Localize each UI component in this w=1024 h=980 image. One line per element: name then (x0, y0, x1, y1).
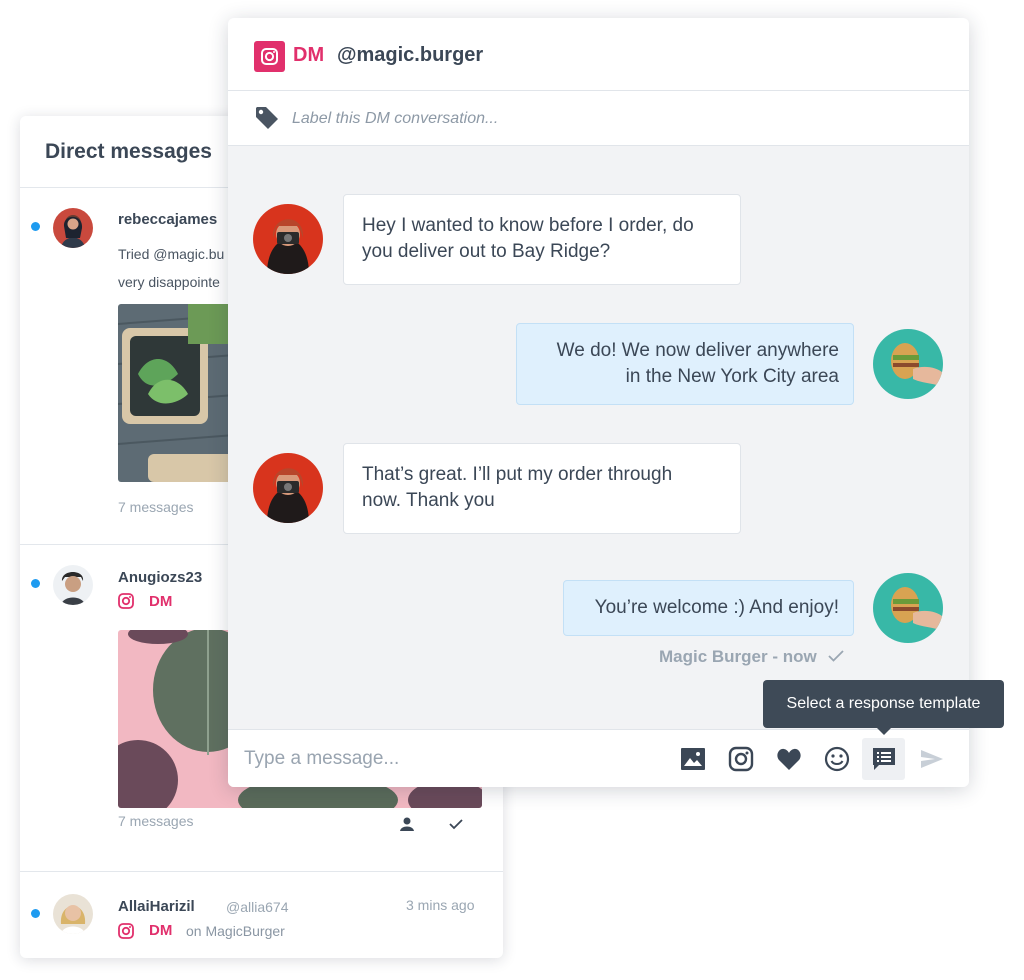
status-text: Magic Burger - now (659, 647, 817, 666)
unread-dot (31, 222, 40, 231)
dm-sender-name: rebeccajames (118, 211, 218, 228)
message-line: You’re welcome :) And enjoy! (594, 597, 839, 618)
message-composer (228, 729, 969, 787)
label-bar (228, 91, 969, 146)
send-icon (921, 750, 943, 768)
dm-account-label: on MagicBurger (186, 923, 285, 939)
instagram-icon (254, 41, 285, 72)
dm-sender-name: AllaiHarizil (118, 898, 195, 915)
dm-timestamp: 3 mins ago (406, 897, 475, 913)
message-line: you deliver out to Bay Ridge? (362, 241, 611, 262)
dm-sender-name: Anugiozs23 (118, 569, 203, 586)
message-status: Magic Burger - now (659, 647, 845, 667)
response-template-button[interactable] (862, 738, 905, 780)
customer-avatar (253, 204, 323, 274)
customer-avatar (253, 453, 323, 523)
channel-label: DM (293, 44, 325, 66)
brand-avatar (873, 573, 943, 643)
avatar (53, 894, 93, 934)
unread-dot (31, 909, 40, 918)
smile-icon (824, 746, 850, 772)
heart-icon (777, 748, 801, 770)
channel-label: DM (149, 922, 173, 939)
like-button[interactable] (771, 741, 807, 777)
template-icon (872, 748, 895, 770)
outgoing-message: You’re welcome :) And enjoy! (563, 580, 854, 636)
incoming-message: Hey I wanted to know before I order, do … (343, 194, 741, 285)
label-conversation-input[interactable] (292, 107, 692, 131)
outgoing-message: We do! We now deliver anywhere in the Ne… (516, 323, 854, 405)
conversation-panel: DM @magic.burger Hey I wanted to know be… (228, 18, 969, 787)
tooltip-arrow (876, 727, 892, 735)
check-icon[interactable] (447, 815, 465, 833)
instagram-icon (728, 746, 754, 772)
emoji-button[interactable] (819, 741, 855, 777)
message-input[interactable] (244, 744, 644, 774)
person-icon[interactable] (398, 815, 416, 833)
avatar (53, 565, 93, 605)
channel-label: DM (149, 593, 173, 610)
message-count: 7 messages (118, 813, 194, 829)
instagram-icon (118, 593, 134, 609)
message-line: now. Thank you (362, 490, 495, 511)
dm-sender-handle: @allia674 (226, 899, 289, 915)
message-line: Hey I wanted to know before I order, do (362, 215, 694, 236)
conversation-header: DM @magic.burger (228, 18, 969, 91)
message-line: in the New York City area (625, 366, 839, 387)
image-button[interactable] (675, 741, 711, 777)
instagram-media-button[interactable] (723, 741, 759, 777)
dm-list-item-allaiharizil[interactable]: AllaiHarizil @allia674 3 mins ago DM on … (20, 872, 503, 958)
conversation-handle: @magic.burger (337, 44, 484, 66)
response-template-tooltip: Select a response template (763, 680, 1004, 728)
avatar (53, 208, 93, 248)
brand-avatar (873, 329, 943, 399)
message-count: 7 messages (118, 499, 194, 515)
unread-dot (31, 579, 40, 588)
check-icon (828, 650, 845, 662)
tag-icon (256, 107, 278, 129)
message-line: We do! We now deliver anywhere (556, 340, 839, 361)
message-line: That’s great. I’ll put my order through (362, 464, 673, 485)
incoming-message: That’s great. I’ll put my order through … (343, 443, 741, 534)
instagram-icon (118, 923, 134, 939)
image-icon (681, 748, 705, 770)
send-button[interactable] (914, 741, 950, 777)
